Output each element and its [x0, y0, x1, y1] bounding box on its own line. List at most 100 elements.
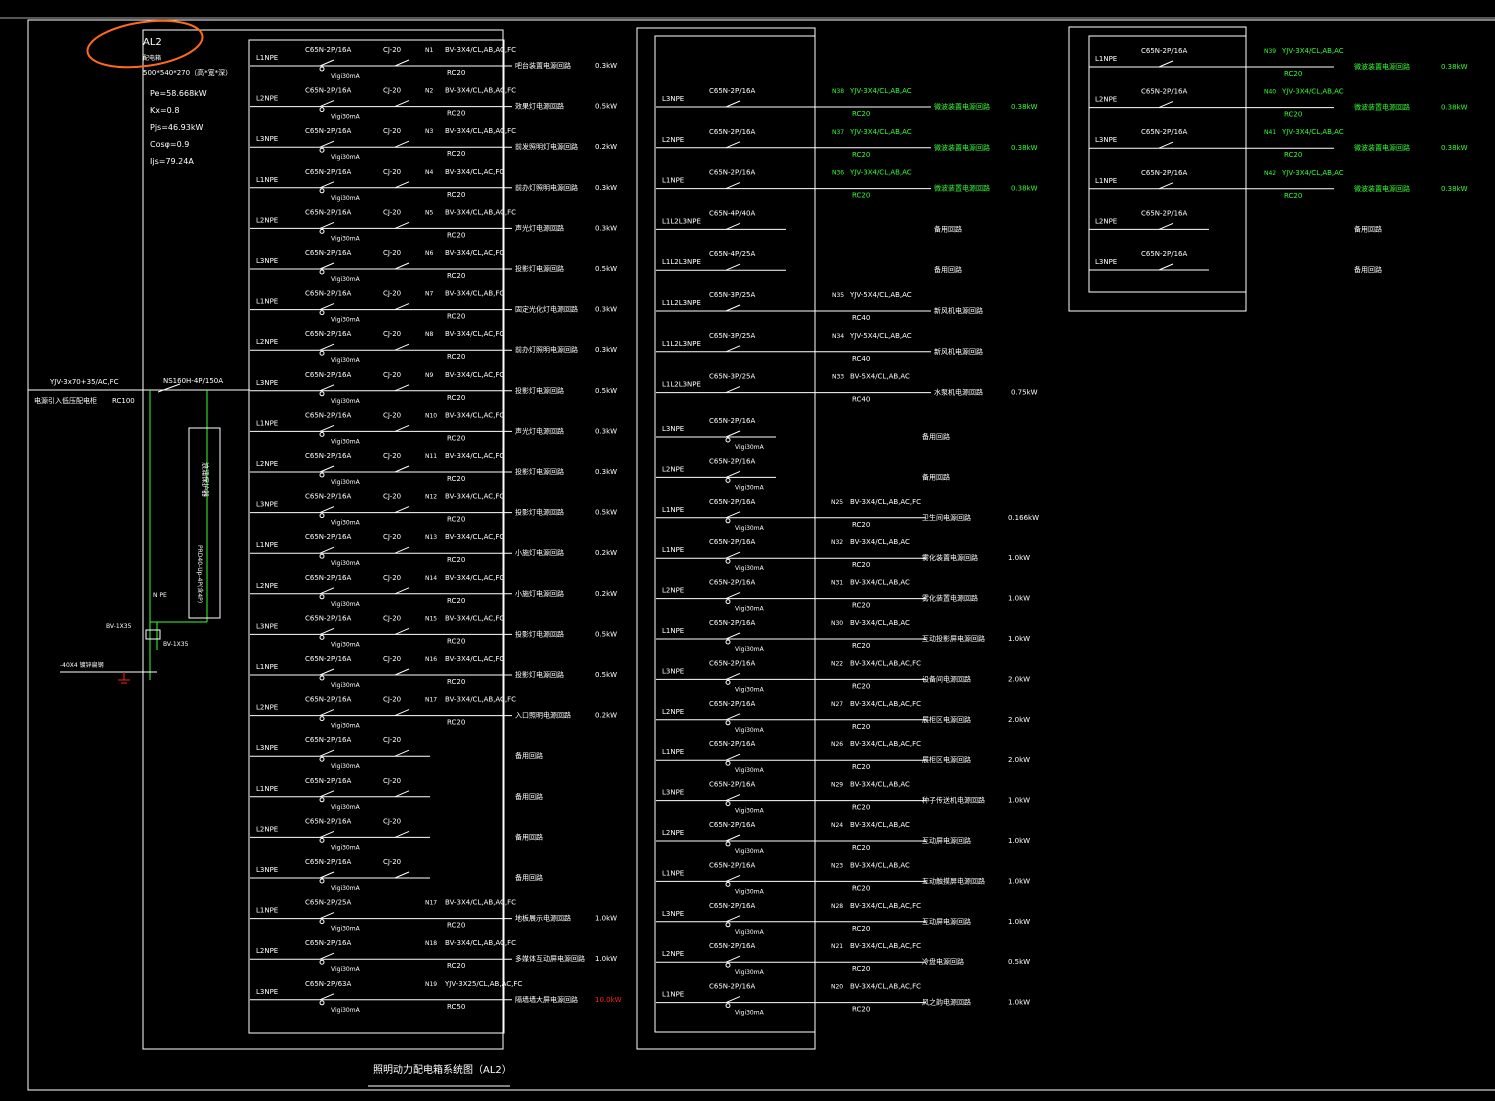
circuit-number: N36	[832, 170, 844, 177]
phase-label: L2NPE	[1095, 96, 1117, 104]
circuit-desc: 前办灯照明电源回路	[515, 183, 578, 192]
rcd-label: Vigi30mA	[331, 357, 361, 364]
circuit-number: N17	[425, 697, 437, 704]
conduit-label: RC20	[852, 763, 870, 771]
breaker-label: C65N-2P/16A	[1141, 169, 1187, 177]
cable-label: BV-5X4/CL,AB,AC	[850, 373, 910, 381]
circuit-row: L1L2L3NPE C65N-3P/25A N35 YJV-5X4/CL,AB,AC R…	[656, 291, 983, 322]
conduit-label: RC20	[447, 475, 465, 483]
breaker-label: C65N-2P/16A	[305, 858, 351, 866]
circuit-power: 1.0kW	[1008, 918, 1030, 926]
circuit-row: L1NPE C65N-2P/16A Vigi30mA CJ-20 N16 BV-3X4/C…	[250, 655, 617, 689]
circuit-desc: 备用回路	[1354, 265, 1382, 274]
cable-label: BV-3X4/CL,AB,AC,FC	[850, 942, 921, 950]
circuit-number: N5	[425, 209, 433, 216]
circuit-power: 1.0kW	[1008, 635, 1030, 643]
circuit-desc: 雾化装置电源回路	[922, 553, 978, 562]
circuit-power: 1.0kW	[1008, 999, 1030, 1007]
circuit-row: L1NPE C65N-2P/16A Vigi30mA CJ-20 N10 BV-3X4/C…	[250, 411, 617, 445]
breaker-label: C65N-2P/16A	[709, 861, 755, 869]
cable-label: BV-3X4/CL,AB,AC	[850, 538, 910, 546]
contactor-label: CJ-20	[383, 858, 401, 866]
breaker-label: C65N-2P/16A	[305, 330, 351, 338]
rcd-label: Vigi30mA	[331, 438, 361, 445]
breaker-label: C65N-2P/16A	[709, 740, 755, 748]
cable-label: YJV-3X4/CL,AB,AC	[1281, 169, 1344, 177]
conduit-label: RC20	[447, 394, 465, 402]
circuit-number: N34	[832, 333, 844, 340]
circuit-row: L3NPE C65N-2P/16A Vigi30mA N29 BV-3X4/CL,AB,…	[656, 781, 1030, 815]
breaker-label: C65N-2P/16A	[305, 46, 351, 54]
breaker-label: C65N-3P/25A	[709, 332, 755, 340]
circuit-number: N22	[831, 660, 843, 667]
circuit-desc: 前办灯照明电源回路	[515, 345, 578, 354]
phase-label: L2NPE	[662, 136, 684, 144]
contactor-label: CJ-20	[383, 493, 401, 501]
phase-label: L1L2L3NPE	[662, 217, 701, 225]
rcd-label: Vigi30mA	[331, 682, 361, 689]
circuit-number: N42	[1264, 170, 1276, 177]
contactor-label: CJ-20	[383, 290, 401, 298]
incoming-cable: YJV-3x70+35/AC,FC	[49, 378, 119, 386]
cable-label: BV-3X4/CL,AC,FC	[445, 371, 504, 379]
rcd-label: Vigi30mA	[735, 565, 765, 572]
breaker-label: C65N-2P/16A	[305, 574, 351, 582]
conduit-label: RC20	[852, 884, 870, 892]
phase-label: L1NPE	[256, 907, 278, 915]
phase-label: L2NPE	[662, 950, 684, 958]
phase-label: L1NPE	[256, 298, 278, 306]
rcd-label: Vigi30mA	[331, 560, 361, 567]
phase-label: L1NPE	[662, 991, 684, 999]
breaker-label: C65N-2P/16A	[1141, 209, 1187, 217]
contactor-label: CJ-20	[383, 655, 401, 663]
spd-label: 浪涌保护器	[201, 462, 210, 497]
phase-label: L2NPE	[662, 829, 684, 837]
breaker-label: C65N-2P/16A	[709, 87, 755, 95]
circuit-row: L3NPE C65N-2P/16A 备用回路	[1089, 250, 1382, 274]
rcd-label: Vigi30mA	[735, 525, 765, 532]
phase-label: L3NPE	[256, 135, 278, 143]
circuit-row: L2NPE C65N-2P/16A Vigi30mA N24 BV-3X4/CL,AB,…	[656, 821, 1030, 855]
circuit-number: N11	[425, 453, 437, 460]
conduit-label: RC20	[852, 642, 870, 650]
circuit-power: 0.2kW	[595, 590, 617, 598]
contactor-label: CJ-20	[383, 411, 401, 419]
circuit-power: 1.0kW	[1008, 797, 1030, 805]
conduit-label: RC20	[447, 191, 465, 199]
circuit-power: 0.3kW	[595, 224, 617, 232]
circuit-number: N4	[425, 169, 433, 176]
circuit-row: L3NPE C65N-2P/16A Vigi30mA N28 BV-3X4/CL,AB,…	[656, 902, 1030, 936]
circuit-desc: 固定光化灯电源回路	[515, 305, 578, 314]
circuit-row: L2NPE C65N-2P/16A 备用回路	[1089, 209, 1382, 233]
conduit-label: RC40	[852, 396, 870, 404]
panel-pjs: Pjs=46.93kW	[150, 123, 203, 132]
rcd-label: Vigi30mA	[331, 235, 361, 242]
breaker-label: C65N-2P/16A	[305, 371, 351, 379]
circuit-desc: 备用回路	[515, 792, 543, 801]
circuit-desc: 设备间电源回路	[922, 674, 971, 683]
circuit-desc: 微波装置电源回路	[1354, 103, 1410, 112]
circuit-desc: 投影灯电源回路	[515, 508, 564, 517]
contactor-label: CJ-20	[383, 87, 401, 95]
conduit-label: RC20	[1284, 111, 1302, 119]
circuit-row: L2NPE C65N-2P/16A Vigi30mA N18 BV-3X4/CL,AB,…	[250, 939, 617, 973]
contactor-label: CJ-20	[383, 127, 401, 135]
circuit-desc: 展柜区电源回路	[922, 715, 971, 724]
cable-label: YJV-3X4/CL,AB,AC	[849, 87, 912, 95]
circuit-power: 10.0kW	[595, 996, 622, 1004]
phase-label: L3NPE	[662, 425, 684, 433]
cable-label: BV-3X4/CL,AB,AC,FC	[445, 696, 516, 704]
cable-label: BV-3X4/CL,AC,FC	[445, 574, 504, 582]
rcd-label: Vigi30mA	[735, 686, 765, 693]
contactor-label: CJ-20	[383, 46, 401, 54]
rcd-label: Vigi30mA	[331, 641, 361, 648]
circuit-number: N27	[831, 701, 843, 708]
conduit-label: RC20	[852, 151, 870, 159]
cable-label: BV-3X4/CL,AC,FC	[445, 493, 504, 501]
phase-label: L2NPE	[1095, 217, 1117, 225]
circuit-desc: 地板展示电源回路	[515, 914, 571, 923]
circuit-row: L3NPE C65N-2P/16A Vigi30mA CJ-20 N12 BV-3X4/C…	[250, 493, 617, 527]
phase-label: L1NPE	[1095, 55, 1117, 63]
breaker-label: C65N-2P/16A	[709, 128, 755, 136]
cad-drawing: AL2 配电箱 500*540*270（高*宽*深） Pe=58.668kW K…	[0, 17, 1495, 1091]
